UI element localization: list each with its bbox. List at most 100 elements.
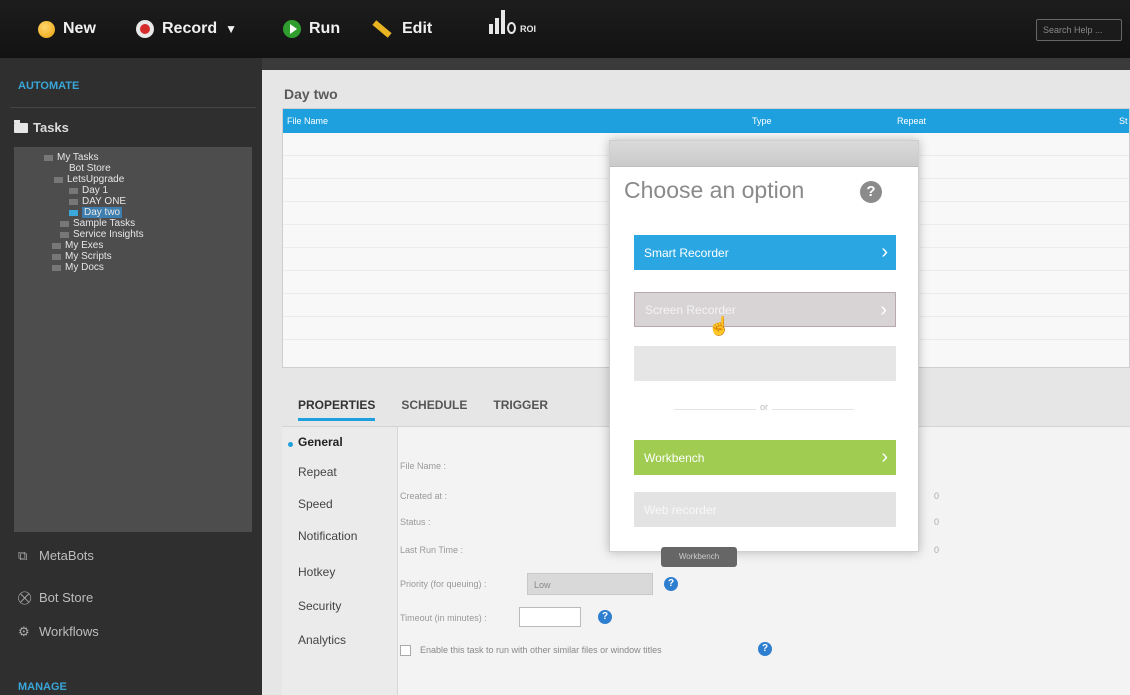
column-status[interactable]: St: [1119, 116, 1128, 126]
tree-item-day-one[interactable]: DAY ONE: [69, 196, 126, 207]
folder-icon: [60, 231, 69, 238]
prop-item-hotkey[interactable]: Hotkey: [298, 565, 335, 579]
option-label: Web recorder: [644, 502, 717, 517]
web-recorder-button[interactable]: Web recorder: [634, 492, 896, 527]
tab-schedule[interactable]: SCHEDULE: [401, 398, 467, 421]
top-toolbar: New Record ▼ Run Edit ROI Search Help ..…: [0, 0, 1130, 58]
metabots-icon: ⧉: [18, 547, 28, 563]
option-label: Smart Recorder: [644, 245, 729, 260]
dialog-titlebar[interactable]: [610, 141, 918, 167]
tree-item-service-insights[interactable]: Service Insights: [60, 229, 144, 240]
choose-option-dialog: Choose an option ? Smart Recorder › Scre…: [609, 140, 919, 552]
sidebar-item-label: Workflows: [39, 624, 99, 639]
or-label: or: [756, 402, 773, 412]
run-button[interactable]: Run: [283, 17, 340, 41]
status-label: Status :: [400, 517, 431, 527]
column-file-name[interactable]: File Name: [287, 116, 328, 126]
prop-item-notification[interactable]: Notification: [298, 529, 357, 543]
priority-label: Priority (for queuing) :: [400, 579, 487, 589]
prop-item-analytics[interactable]: Analytics: [298, 633, 346, 647]
roi-button[interactable]: ROI: [489, 10, 536, 34]
option-label: Workbench: [644, 450, 705, 465]
edit-button[interactable]: Edit: [372, 17, 432, 41]
tasks-nav[interactable]: Tasks: [14, 119, 69, 135]
tab-properties[interactable]: PROPERTIES: [298, 398, 376, 421]
folder-icon: [69, 198, 78, 205]
prop-item-security[interactable]: Security: [298, 599, 341, 613]
folder-icon: [52, 253, 61, 260]
automate-heading: AUTOMATE: [18, 80, 80, 92]
tree-item-letsupgrade[interactable]: LetsUpgrade: [54, 174, 124, 185]
sidebar-item-label: Bot Store: [39, 590, 94, 605]
folder-icon: [60, 220, 69, 227]
tree-item-day-two[interactable]: Day two: [69, 207, 123, 218]
prop-item-repeat[interactable]: Repeat: [298, 465, 337, 479]
roi-label: ROI: [520, 24, 537, 34]
play-icon: [283, 20, 301, 38]
folder-icon: [14, 119, 28, 133]
hand-cursor-icon: ☝: [708, 316, 731, 336]
cart-icon: ⛒: [18, 589, 32, 605]
column-repeat[interactable]: Repeat: [897, 116, 926, 126]
left-sidebar: AUTOMATE Tasks My Tasks Bot Store LetsUp…: [0, 58, 262, 695]
chevron-right-icon: ›: [881, 446, 888, 468]
bar-chart-icon: [489, 10, 516, 34]
dialog-title: Choose an option: [624, 177, 805, 203]
tree-item-my-docs[interactable]: My Docs: [52, 262, 104, 273]
sidebar-item-label: MetaBots: [39, 548, 94, 563]
folder-icon: [44, 154, 53, 161]
run-label: Run: [309, 20, 341, 37]
folder-icon: [54, 176, 63, 183]
table-header: File Name Type Repeat St: [283, 109, 1129, 133]
task-tree: My Tasks Bot Store LetsUpgrade Day 1 DAY…: [14, 147, 252, 532]
new-icon: [38, 20, 55, 38]
help-icon[interactable]: ?: [598, 610, 612, 624]
chevron-right-icon: ›: [880, 299, 887, 321]
sidebar-item-bot-store[interactable]: ⛒ Bot Store: [18, 590, 93, 605]
tree-item-day-1[interactable]: Day 1: [69, 185, 108, 196]
folder-icon: [69, 209, 78, 216]
tree-item-sample-tasks[interactable]: Sample Tasks: [60, 218, 135, 229]
folder-icon: [69, 187, 78, 194]
file-name-label: File Name :: [400, 461, 447, 471]
tree-item-my-exes[interactable]: My Exes: [52, 240, 103, 251]
workbench-tooltip: Workbench: [661, 547, 737, 567]
last-run-label: Last Run Time :: [400, 545, 464, 555]
screen-recorder-button[interactable]: Screen Recorder ›: [634, 292, 896, 327]
workbench-button[interactable]: Workbench ›: [634, 440, 896, 475]
property-tabs: PROPERTIES SCHEDULE TRIGGER: [298, 398, 548, 421]
smart-recorder-button[interactable]: Smart Recorder ›: [634, 235, 896, 270]
blank-option-button[interactable]: [634, 346, 896, 381]
edit-label: Edit: [402, 20, 433, 37]
chevron-right-icon: ›: [881, 241, 888, 263]
new-label: New: [63, 20, 96, 37]
option-label: Screen Recorder: [645, 302, 736, 317]
column-type[interactable]: Type: [752, 116, 772, 126]
chevron-down-icon: ▼: [225, 22, 238, 36]
enable-similar-checkbox[interactable]: [400, 645, 411, 656]
help-icon[interactable]: ?: [664, 577, 678, 591]
tasks-label: Tasks: [33, 120, 69, 135]
timeout-input[interactable]: [519, 607, 581, 627]
divider: [10, 107, 256, 108]
tree-item-bot-store[interactable]: Bot Store: [69, 163, 111, 174]
record-button[interactable]: Record ▼: [136, 17, 237, 41]
status-value: 0: [934, 517, 940, 527]
prop-item-speed[interactable]: Speed: [298, 497, 333, 511]
manage-heading: MANAGE: [18, 681, 67, 693]
search-input[interactable]: Search Help ...: [1036, 19, 1122, 41]
tree-item-my-tasks[interactable]: My Tasks: [44, 152, 99, 163]
sidebar-item-workflows[interactable]: ⚙ Workflows: [18, 624, 99, 639]
priority-select[interactable]: Low: [527, 573, 653, 595]
active-dot-icon: [288, 442, 293, 447]
tab-trigger[interactable]: TRIGGER: [493, 398, 548, 421]
sidebar-item-metabots[interactable]: ⧉ MetaBots: [18, 548, 94, 563]
prop-item-general[interactable]: General: [298, 435, 343, 449]
tree-item-my-scripts[interactable]: My Scripts: [52, 251, 112, 262]
app-window: New Record ▼ Run Edit ROI Search Help ..…: [0, 0, 1130, 695]
help-icon[interactable]: ?: [758, 642, 772, 656]
help-icon[interactable]: ?: [860, 181, 882, 203]
record-label: Record: [162, 20, 218, 37]
new-button[interactable]: New: [38, 17, 96, 41]
folder-icon: [52, 264, 61, 271]
